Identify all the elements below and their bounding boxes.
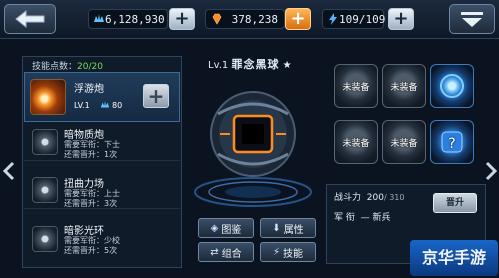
unit-actions: ◈ 图鉴 ⬇ 属性 ⇄ 组合 ⚡ 技能 [190,212,316,264]
skill-points: 技能点数：20/20 [32,59,103,72]
equip-slot[interactable]: 未装备 [382,64,426,108]
unit-title: Lv.1 罪念黑球 ★ [208,56,292,72]
promote-button[interactable]: 晋升 [433,193,477,213]
gem-value: 378,238 [231,12,278,26]
equip-slot[interactable]: ? [430,120,474,164]
lightning-icon [327,12,339,26]
equip-slot-label: 未装备 [342,82,370,93]
add-crystal-button[interactable]: + [169,8,195,30]
power-label: 战斗力 [334,193,362,203]
equip-slot-label: 未装备 [390,82,418,93]
equip-slot-label: 未装备 [390,138,418,149]
prev-arrow-icon[interactable] [2,161,16,181]
add-energy-button[interactable]: + [388,8,414,30]
book-icon: ◈ [210,222,219,234]
skill-requirement: 还需晋升：1次 [64,150,118,159]
next-arrow-icon[interactable] [484,161,498,181]
gem-counter: 378,238 [205,9,285,29]
combo-label: 组合 [221,248,242,260]
upgrade-skill-button[interactable]: + [143,84,169,108]
crystal-icon [100,100,110,108]
equipment-panel: 未装备 未装备 未装备 未装备 ? [326,56,486,184]
gallery-label: 图鉴 [221,224,242,236]
rank-label: 军 衔 [334,213,355,223]
skill-requirement: 需要军衔：上士 [64,189,120,198]
equip-slot-label: 未装备 [342,138,370,149]
menu-button[interactable] [449,4,495,34]
skill-cost-value: 80 [112,100,123,110]
watermark-logo: 京华手游 [410,240,498,276]
shadow-aura-icon [32,226,58,252]
skill-name: 浮游炮 [74,84,104,95]
combo-icon: ⇄ [210,246,219,258]
crystal-value: 6,128,930 [105,12,165,26]
skills-label: 技能 [283,248,304,260]
power-value: 200 [366,193,384,203]
skills-button[interactable]: ⚡ 技能 [260,242,316,262]
blue-core-icon [440,74,464,98]
equip-slot[interactable]: 未装备 [334,64,378,108]
star-icon: ★ [282,60,292,71]
power-max: 310 [389,193,405,202]
crystal-icon [93,12,105,26]
add-gem-button[interactable]: + [285,8,311,30]
dark-matter-cannon-icon [32,129,58,155]
help-icon: ? [441,131,463,153]
gem-icon [210,12,224,26]
energy-counter: 109/109 [322,9,385,29]
skill-points-label: 技能点数： [32,62,78,72]
skill-points-value: 20/20 [77,62,103,72]
skill-cost: 80 [100,100,122,110]
power-row: 战斗力 200/ 310 [334,193,405,203]
unit-name: 罪念黑球 [231,58,280,71]
unit-model [194,91,312,207]
svg-text:?: ? [448,136,455,152]
rank-row: 军 衔 — 新兵 [334,213,391,223]
gallery-button[interactable]: ◈ 图鉴 [198,218,254,238]
back-button[interactable] [4,4,56,34]
equip-slot[interactable]: 未装备 [382,120,426,164]
unit-level: Lv.1 [208,60,229,71]
back-arrow-icon [15,9,45,29]
skill-name: 暗影光环 [64,226,104,237]
attributes-button[interactable]: ⬇ 属性 [260,218,316,238]
crystal-counter: 6,128,930 [88,9,168,29]
combo-button[interactable]: ⇄ 组合 [198,242,254,262]
energy-value: 109/109 [339,12,386,26]
skill-requirement: 还需晋升：3次 [64,199,118,208]
arrow-down-icon: ⬇ [272,222,281,234]
distortion-field-icon [32,177,58,203]
rank-value: 新兵 [372,213,391,223]
skill-level: LV.1 [74,101,90,110]
equip-slot[interactable] [430,64,474,108]
attributes-label: 属性 [283,224,304,236]
skill-requirement: 需要军衔：下士 [64,140,120,149]
cannon-skill-icon [30,79,66,115]
skill-name: 暗物质炮 [64,130,104,141]
skill-name: 扭曲力场 [64,179,104,190]
skill-requirement: 需要军衔：少校 [64,236,120,245]
skill-requirement: 还需晋升：5次 [64,246,118,255]
equip-slot[interactable]: 未装备 [334,120,378,164]
menu-down-icon [461,12,483,27]
lightning-icon: ⚡ [272,246,281,258]
